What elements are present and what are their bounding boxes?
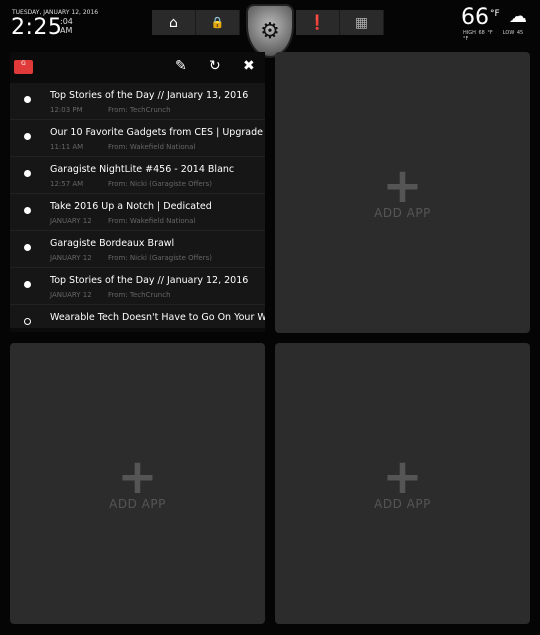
unread-dot-icon: [24, 96, 31, 103]
seconds: :04: [60, 17, 73, 26]
unread-dot-icon: [24, 133, 31, 140]
email-subject: Wearable Tech Doesn't Have to Go On Your…: [50, 312, 265, 323]
email-row[interactable]: Top Stories of the Day // January 12, 20…: [10, 268, 265, 305]
apps-button[interactable]: ▦: [340, 10, 384, 35]
email-row[interactable]: Garagiste NightLite #456 - 2014 Blanc 12…: [10, 157, 265, 194]
close-icon[interactable]: ✖: [243, 58, 255, 74]
ampm: AM: [60, 26, 73, 35]
unread-dot-icon: [24, 318, 31, 325]
clock-time: 2:25: [11, 15, 63, 40]
plus-icon: +: [382, 157, 423, 214]
email-list[interactable]: Top Stories of the Day // January 13, 20…: [10, 83, 265, 328]
settings-button[interactable]: ⚙: [246, 4, 294, 58]
unread-dot-icon: [24, 244, 31, 251]
add-app-label: ADD APP: [374, 496, 431, 511]
email-from: From: TechCrunch: [108, 106, 171, 114]
email-from: From: Nicki (Garagiste Offers): [108, 180, 212, 188]
email-row[interactable]: Garagiste Bordeaux Brawl JANUARY 12 From…: [10, 231, 265, 268]
email-time: JANUARY 12: [50, 254, 92, 262]
email-subject: Garagiste Bordeaux Brawl: [50, 238, 175, 249]
settings-gear-icon: ⚙: [260, 18, 280, 44]
plus-icon: +: [382, 448, 423, 505]
email-time: JANUARY 12: [50, 217, 92, 225]
unread-dot-icon: [24, 207, 31, 214]
email-row[interactable]: Our 10 Favorite Gadgets from CES | Upgra…: [10, 120, 265, 157]
email-from: From: Nicki (Garagiste Offers): [108, 254, 212, 262]
apps-grid-icon: ▦: [354, 14, 369, 31]
add-app-label: ADD APP: [109, 496, 166, 511]
unread-dot-icon: [24, 170, 31, 177]
refresh-icon[interactable]: ↻: [209, 58, 221, 74]
email-subject: Top Stories of the Day // January 12, 20…: [50, 275, 249, 286]
add-app-tile[interactable]: + ADD APP: [275, 343, 530, 624]
email-time: 12:57 AM: [50, 180, 84, 188]
mail-widget: G ✎ ↻ ✖ Top Stories of the Day // Januar…: [10, 52, 265, 332]
email-from: From: Wakefield National: [108, 217, 196, 225]
email-subject: Take 2016 Up a Notch | Dedicated: [50, 201, 212, 212]
alert-button[interactable]: ❗: [296, 10, 340, 35]
email-from: From: Wakefield National: [108, 143, 196, 151]
high-low: HIGH 68 °F LOW 45 °F: [463, 30, 540, 42]
temperature-unit: °F: [490, 9, 500, 19]
temperature: 66: [461, 5, 489, 30]
alert-icon: ❗: [308, 14, 327, 31]
email-row[interactable]: Wearable Tech Doesn't Have to Go On Your…: [10, 305, 265, 328]
email-row[interactable]: Take 2016 Up a Notch | Dedicated JANUARY…: [10, 194, 265, 231]
garage-button[interactable]: ⌂: [152, 10, 196, 35]
compose-icon[interactable]: ✎: [175, 58, 187, 74]
rain-cloud-icon: ☁: [509, 6, 527, 27]
email-row[interactable]: Top Stories of the Day // January 13, 20…: [10, 83, 265, 120]
email-subject: Our 10 Favorite Gadgets from CES | Upgra…: [50, 127, 263, 138]
lock-button[interactable]: 🔒: [196, 10, 240, 35]
add-app-label: ADD APP: [374, 205, 431, 220]
plus-icon: +: [117, 448, 158, 505]
email-time: 11:11 AM: [50, 143, 84, 151]
clock-seconds: :04 AM: [60, 17, 73, 35]
add-app-tile[interactable]: + ADD APP: [10, 343, 265, 624]
garage-icon: ⌂: [169, 14, 178, 31]
unread-dot-icon: [24, 281, 31, 288]
email-from: From: TechCrunch: [108, 291, 171, 299]
email-subject: Garagiste NightLite #456 - 2014 Blanc: [50, 164, 235, 175]
email-time: 12:03 PM: [50, 106, 83, 114]
gmail-icon[interactable]: G: [14, 60, 33, 74]
lock-icon: 🔒: [210, 16, 225, 29]
email-time: JANUARY 12: [50, 291, 92, 299]
add-app-tile[interactable]: + ADD APP: [275, 52, 530, 333]
email-subject: Top Stories of the Day // January 13, 20…: [50, 90, 249, 101]
